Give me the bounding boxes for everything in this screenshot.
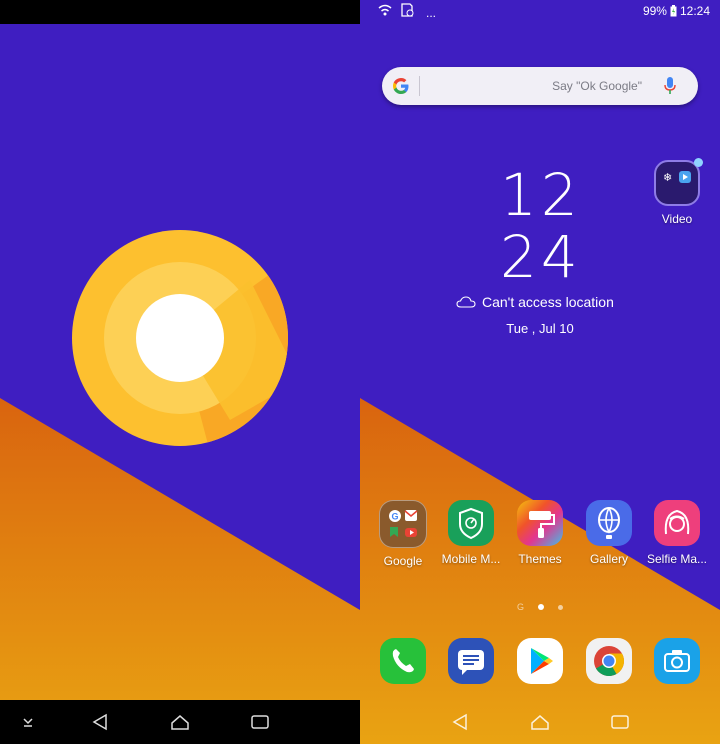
shield-icon <box>459 507 483 540</box>
themes-icon <box>517 500 563 546</box>
app-label: Gallery <box>589 552 628 566</box>
balloon-icon <box>598 507 620 539</box>
home-icon <box>171 715 189 730</box>
sd-card-icon <box>401 3 414 17</box>
camera-icon[interactable] <box>654 638 700 684</box>
app-selfie-master[interactable]: Selfie Ma... <box>642 500 712 566</box>
messages-icon[interactable] <box>448 638 494 684</box>
app-label: Google <box>383 554 423 568</box>
android-o-logo <box>72 230 288 446</box>
recents-icon <box>251 715 269 729</box>
selfie-master-icon <box>654 500 700 546</box>
weather-widget[interactable]: Can't access location <box>456 294 614 310</box>
camera-body-icon <box>664 650 690 672</box>
app-mobile-manager[interactable]: Mobile M... <box>436 500 506 566</box>
wallpaper <box>360 0 720 744</box>
google-folder-icon: G <box>379 500 427 548</box>
recents-button[interactable] <box>238 700 282 744</box>
mobile-manager-icon <box>448 500 494 546</box>
wifi-icon <box>378 4 392 16</box>
page-indicator[interactable]: G <box>360 602 720 612</box>
back-icon <box>92 713 107 731</box>
google-page-dot: G <box>516 602 524 612</box>
svg-text:❄: ❄ <box>663 171 672 184</box>
chevron-down-icon <box>23 718 33 727</box>
folder-video[interactable]: ❄ Video <box>642 158 712 226</box>
phone-handset-icon <box>392 649 414 673</box>
recents-button[interactable] <box>598 700 642 744</box>
home-button[interactable] <box>518 700 562 744</box>
battery-percent: 99% <box>642 4 667 18</box>
search-placeholder: Say "Ok Google" <box>552 79 642 93</box>
folder-label: Video <box>661 212 693 226</box>
notification-dot <box>694 158 703 167</box>
phone-icon[interactable] <box>380 638 426 684</box>
hide-nav-button[interactable] <box>6 700 50 744</box>
folder-contents-icon: ❄ <box>663 171 691 184</box>
app-google[interactable]: G Google <box>368 500 438 568</box>
search-divider <box>419 76 420 96</box>
weather-text: Can't access location <box>482 294 614 310</box>
back-button[interactable] <box>438 700 482 744</box>
app-gallery[interactable]: Gallery <box>574 500 644 566</box>
status-bar: ... 99% 12:24 <box>360 0 720 24</box>
home-screen: ... 99% 12:24 Say "Ok Google" 12 24 Can'… <box>360 0 720 744</box>
more-notifications: ... <box>426 6 437 20</box>
chrome-icon[interactable] <box>586 638 632 684</box>
page-dot-active <box>538 604 544 610</box>
cloud-icon <box>456 296 476 308</box>
clock-widget[interactable]: 12 24 <box>500 164 580 288</box>
google-search-bar[interactable]: Say "Ok Google" <box>382 67 698 105</box>
svg-text:G: G <box>392 512 399 522</box>
back-icon <box>452 713 467 731</box>
clock-hour: 12 <box>500 161 582 229</box>
back-button[interactable] <box>78 700 122 744</box>
recents-icon <box>611 715 629 729</box>
date-text: Tue , Jul 10 <box>506 321 574 336</box>
clock-minute: 24 <box>500 223 582 291</box>
app-label: Themes <box>518 552 562 566</box>
paint-roller-icon <box>529 511 555 538</box>
google-apps-icon: G <box>389 510 418 537</box>
home-icon <box>531 715 549 730</box>
status-bar <box>0 0 360 24</box>
mic-icon[interactable] <box>664 77 676 95</box>
play-triangle-icon <box>531 648 553 674</box>
gallery-icon <box>586 500 632 546</box>
page-dot <box>558 604 563 610</box>
chrome-logo-icon <box>594 646 624 677</box>
google-g-icon <box>393 78 409 94</box>
video-folder-icon: ❄ <box>654 160 700 206</box>
selfie-face-icon <box>664 509 690 535</box>
battery-icon <box>670 5 677 17</box>
app-label: Mobile M... <box>441 552 501 566</box>
home-button[interactable] <box>158 700 202 744</box>
app-themes[interactable]: Themes <box>505 500 575 566</box>
app-label: Selfie Ma... <box>646 552 708 566</box>
chat-bubble-icon <box>458 650 484 675</box>
boot-screen <box>0 0 360 744</box>
play-store-icon[interactable] <box>517 638 563 684</box>
status-time: 12:24 <box>679 4 710 18</box>
